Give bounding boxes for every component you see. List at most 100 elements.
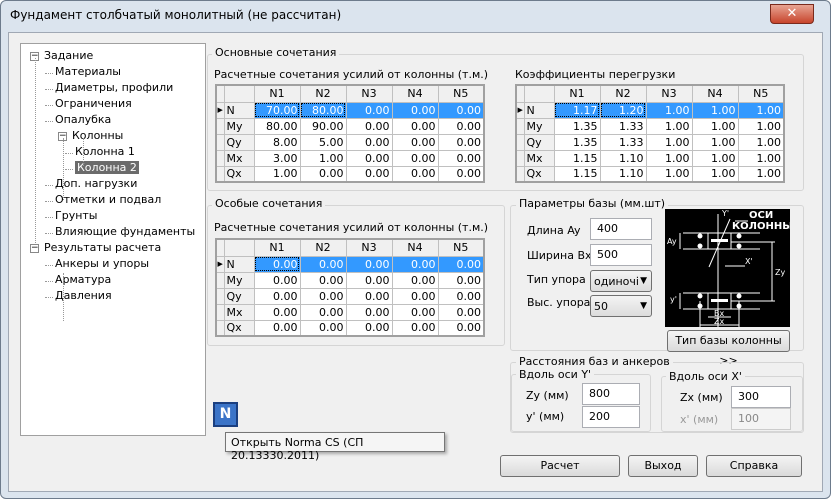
row-indicator[interactable] <box>215 319 225 337</box>
table-row[interactable]: Mx 1.15 1.10 1.00 1.00 1.00 <box>515 149 785 167</box>
base-type-button[interactable]: Тип базы колонны >> <box>667 330 790 367</box>
column-header[interactable]: N2 <box>299 238 347 257</box>
overload-table[interactable]: N1 N2 N3 N4 N5 ▶ N 1.17 1.20 1.00 1.00 1.00 My 1.35 1.… <box>515 84 785 183</box>
column-header[interactable]: N2 <box>299 84 347 103</box>
table-cell[interactable]: 0.00 <box>253 271 301 289</box>
table-cell[interactable]: 0.00 <box>391 303 439 321</box>
row-indicator[interactable] <box>515 165 525 183</box>
table-cell[interactable]: 0.00 <box>345 133 393 151</box>
table-cell[interactable]: 0.00 <box>299 255 347 273</box>
norma-cs-button[interactable]: N <box>213 402 238 427</box>
column-header[interactable]: N4 <box>391 84 439 103</box>
table-cell[interactable]: 1.00 <box>691 101 739 119</box>
row-indicator[interactable] <box>215 117 225 135</box>
table-cell[interactable]: 1.10 <box>599 165 647 183</box>
column-header[interactable]: N5 <box>437 238 485 257</box>
table-cell[interactable]: 90.00 <box>299 117 347 135</box>
table-cell[interactable]: 0.00 <box>299 287 347 305</box>
table-cell[interactable]: 1.20 <box>599 101 647 119</box>
table-row[interactable]: Qy 8.00 5.00 0.00 0.00 0.00 <box>215 133 485 151</box>
table-cell[interactable]: 0.00 <box>299 303 347 321</box>
table-row[interactable]: My 0.00 0.00 0.00 0.00 0.00 <box>215 271 485 289</box>
tree-item[interactable]: Задание <box>44 49 93 62</box>
tree-item[interactable]: Опалубка <box>55 113 111 126</box>
row-indicator[interactable] <box>515 149 525 167</box>
table-cell[interactable]: 0.00 <box>391 287 439 305</box>
help-button[interactable]: Справка <box>706 455 802 477</box>
stop-height-select[interactable]: 50 ▼ <box>590 295 652 317</box>
column-header[interactable]: N1 <box>253 84 301 103</box>
navigation-tree[interactable]: − Задание Материалы Диаметры, профили Ограни… <box>20 43 206 436</box>
table-row[interactable]: My 80.00 90.00 0.00 0.00 0.00 <box>215 117 485 135</box>
column-header[interactable]: N5 <box>737 84 785 103</box>
table-cell[interactable]: 0.00 <box>437 133 485 151</box>
table-cell[interactable]: 0.00 <box>437 319 485 337</box>
table-cell[interactable]: 0.00 <box>345 303 393 321</box>
table-cell[interactable]: 1.00 <box>645 149 693 167</box>
table-cell[interactable]: 0.00 <box>391 255 439 273</box>
table-cell[interactable]: 0.00 <box>345 101 393 119</box>
tree-item[interactable]: Отметки и подвал <box>55 193 161 206</box>
table-cell[interactable]: 1.00 <box>645 165 693 183</box>
table-cell[interactable]: 8.00 <box>253 133 301 151</box>
tree-item[interactable]: Колонны <box>72 129 123 142</box>
row-indicator[interactable] <box>215 133 225 151</box>
length-input[interactable]: 400 <box>590 218 652 240</box>
table-cell[interactable]: 3.00 <box>253 149 301 167</box>
table-cell[interactable]: 0.00 <box>253 319 301 337</box>
table-row[interactable]: Qy 1.35 1.33 1.00 1.00 1.00 <box>515 133 785 151</box>
table-cell[interactable]: 0.00 <box>345 149 393 167</box>
tree-item[interactable]: Ограничения <box>55 97 132 110</box>
table-cell[interactable]: 0.00 <box>299 165 347 183</box>
table-cell[interactable]: 0.00 <box>437 271 485 289</box>
column-header[interactable]: N3 <box>345 238 393 257</box>
tree-item[interactable]: Материалы <box>55 65 121 78</box>
table-cell[interactable]: 1.35 <box>553 133 601 151</box>
table-cell[interactable]: 1.00 <box>691 133 739 151</box>
table-cell[interactable]: 0.00 <box>299 319 347 337</box>
tree-item[interactable]: Колонна 2 <box>75 161 139 174</box>
column-header[interactable]: N1 <box>253 238 301 257</box>
row-indicator[interactable] <box>215 287 225 305</box>
column-header[interactable]: N3 <box>645 84 693 103</box>
table-row[interactable]: Mx 3.00 1.00 0.00 0.00 0.00 <box>215 149 485 167</box>
table-cell[interactable]: 70.00 <box>253 101 301 119</box>
main-forces-table[interactable]: N1 N2 N3 N4 N5 ▶ N 70.00 80.00 0.00 0.00 0.00 My 80.0… <box>215 84 485 183</box>
row-indicator[interactable]: ▶ <box>215 255 225 273</box>
width-input[interactable]: 500 <box>590 244 652 266</box>
column-header[interactable]: N3 <box>345 84 393 103</box>
table-cell[interactable]: 1.00 <box>737 165 785 183</box>
table-cell[interactable]: 0.00 <box>253 255 301 273</box>
exit-button[interactable]: Выход <box>628 455 698 477</box>
table-row[interactable]: Qx 1.15 1.10 1.00 1.00 1.00 <box>515 165 785 183</box>
special-forces-table[interactable]: N1 N2 N3 N4 N5 ▶ N 0.00 0.00 0.00 0.00 0.00 My 0.00 0.… <box>215 238 485 337</box>
table-cell[interactable]: 1.00 <box>737 149 785 167</box>
zy-input[interactable]: 800 <box>582 383 640 405</box>
row-indicator[interactable] <box>215 149 225 167</box>
table-cell[interactable]: 1.00 <box>737 133 785 151</box>
table-cell[interactable]: 0.00 <box>437 303 485 321</box>
tree-item[interactable]: Диаметры, профили <box>55 81 173 94</box>
xp-input[interactable]: 100 <box>731 408 791 430</box>
table-cell[interactable]: 1.33 <box>599 117 647 135</box>
row-indicator[interactable] <box>515 117 525 135</box>
table-cell[interactable]: 0.00 <box>345 319 393 337</box>
tree-item[interactable]: Грунты <box>55 209 98 222</box>
table-cell[interactable]: 0.00 <box>345 117 393 135</box>
close-button[interactable]: ✕ <box>770 4 814 24</box>
collapse-icon[interactable]: − <box>30 244 39 253</box>
stop-type-select[interactable]: одиночі ▼ <box>590 270 652 292</box>
table-cell[interactable]: 1.00 <box>645 133 693 151</box>
column-header[interactable]: N4 <box>391 238 439 257</box>
row-indicator[interactable]: ▶ <box>215 101 225 119</box>
table-cell[interactable]: 0.00 <box>391 165 439 183</box>
tree-item[interactable]: Влияющие фундаменты <box>55 225 195 238</box>
table-cell[interactable]: 1.00 <box>645 101 693 119</box>
table-cell[interactable]: 0.00 <box>345 255 393 273</box>
table-cell[interactable]: 1.00 <box>299 149 347 167</box>
table-cell[interactable]: 1.00 <box>645 117 693 135</box>
table-cell[interactable]: 1.17 <box>553 101 601 119</box>
table-cell[interactable]: 80.00 <box>253 117 301 135</box>
table-cell[interactable]: 80.00 <box>299 101 347 119</box>
column-header[interactable]: N4 <box>691 84 739 103</box>
